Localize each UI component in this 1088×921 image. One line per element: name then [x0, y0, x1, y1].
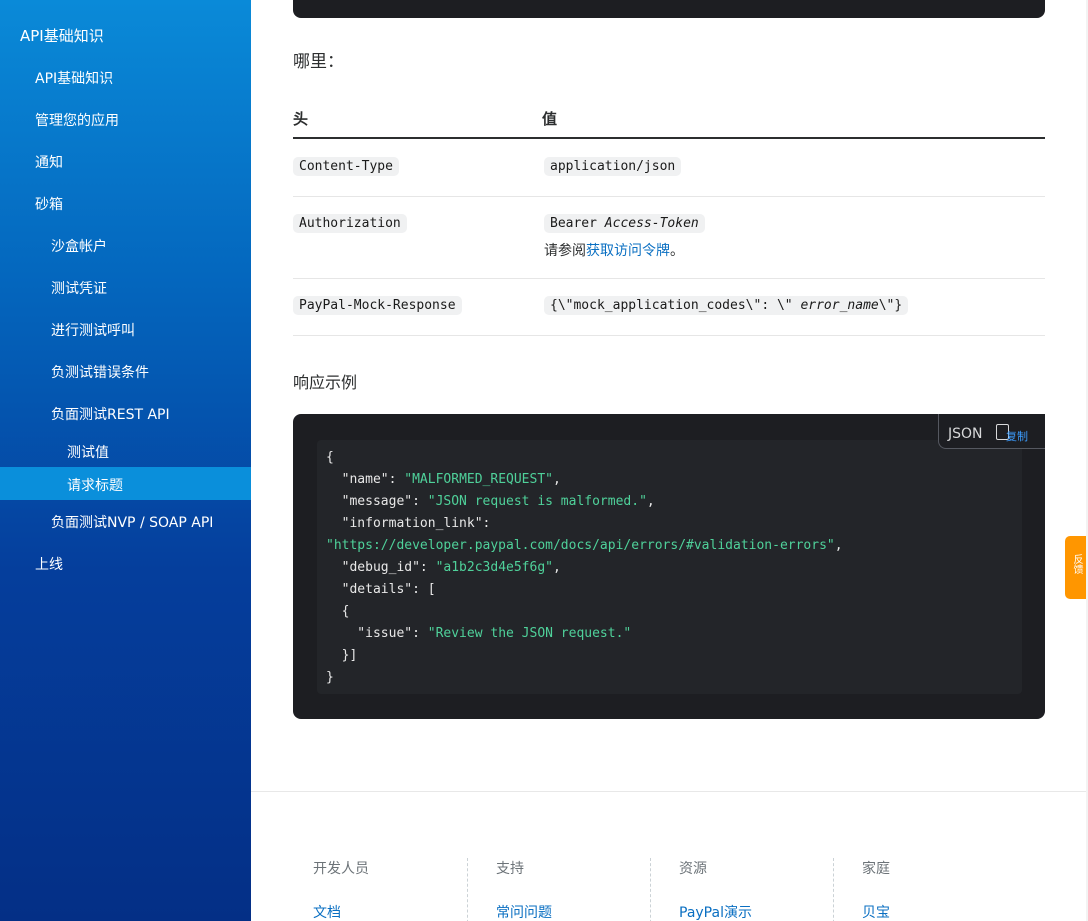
sidebar-item-notifications[interactable]: 通知 — [35, 152, 63, 172]
footer-link-faq[interactable]: 常问问题 — [496, 902, 552, 921]
value-access-token: Access-Token — [604, 216, 699, 231]
sidebar-item-sandbox-accounts[interactable]: 沙盒帐户 — [51, 236, 107, 256]
sidebar-item-negative-testing-errors[interactable]: 负测试错误条件 — [51, 362, 149, 382]
footer-separator — [467, 858, 468, 921]
footer-link-paypal[interactable]: 贝宝 — [862, 902, 890, 921]
sidebar-nav: API基础知识 API基础知识 管理您的应用 通知 砂箱 沙盒帐户 测试凭证 进… — [0, 0, 251, 921]
header-content-type: Content-Type — [293, 157, 399, 176]
value-bearer-token: Bearer Access-Token — [544, 214, 705, 233]
response-json-code: { "name": "MALFORMED_REQUEST", "message"… — [326, 450, 843, 685]
sidebar-item-negative-testing-nvp-soap[interactable]: 负面测试NVP / SOAP API — [51, 512, 213, 532]
auth-note: 请参阅获取访问令牌。 — [544, 240, 684, 260]
where-label: 哪里： — [293, 52, 344, 72]
value-mock-application-codes: {\"mock_application_codes\": \" error_na… — [544, 296, 909, 315]
auth-note-prefix: 请参阅 — [544, 243, 586, 259]
header-authorization: Authorization — [293, 214, 407, 233]
footer-column-developers: 开发人员 文档 — [313, 858, 483, 921]
sidebar-item-go-live[interactable]: 上线 — [35, 554, 63, 574]
footer-link-paypal-demo[interactable]: PayPal演示 — [679, 902, 752, 921]
auth-note-suffix: 。 — [670, 243, 684, 259]
footer-link-docs[interactable]: 文档 — [313, 902, 341, 921]
response-code-block: { "name": "MALFORMED_REQUEST", "message"… — [293, 414, 1045, 719]
value-mock-prefix: {\"mock_application_codes\": \" — [550, 298, 801, 313]
main-content: 哪里： 头 值 Content-Type application/json Au… — [251, 0, 1088, 921]
row-divider — [293, 278, 1045, 279]
sidebar-item-api-basics[interactable]: API基础知识 — [35, 68, 113, 88]
footer-divider — [251, 791, 1088, 792]
value-mock-suffix: \"} — [878, 298, 903, 313]
footer-heading: 资源 — [679, 861, 707, 877]
copy-button[interactable]: 复制 — [1006, 428, 1028, 444]
get-access-token-link[interactable]: 获取访问令牌 — [586, 243, 670, 259]
footer-column-support: 支持 常问问题 — [496, 858, 666, 921]
value-error-name: error_name — [800, 298, 879, 313]
footer-heading: 家庭 — [862, 861, 890, 877]
feedback-label: 反馈 — [1071, 554, 1082, 574]
footer-separator — [650, 858, 651, 921]
sidebar-item-request-headers[interactable]: 请求标题 — [67, 475, 123, 495]
header-paypal-mock-response: PayPal-Mock-Response — [293, 296, 462, 315]
footer-column-resources: 资源 PayPal演示 — [679, 858, 849, 921]
table-header-divider — [293, 137, 1045, 139]
value-bearer-prefix: Bearer — [550, 216, 605, 231]
previous-code-block — [293, 0, 1045, 18]
footer-heading: 开发人员 — [313, 861, 369, 877]
footer-heading: 支持 — [496, 861, 524, 877]
feedback-tab[interactable]: 反馈 — [1065, 536, 1088, 599]
footer-separator — [833, 858, 834, 921]
response-example-label: 响应示例 — [293, 373, 358, 392]
table-header-value: 值 — [542, 110, 558, 128]
value-application-json: application/json — [544, 157, 682, 176]
sidebar-item-manage-apps[interactable]: 管理您的应用 — [35, 110, 119, 130]
sidebar-item-negative-testing-rest[interactable]: 负面测试REST API — [51, 404, 170, 424]
sidebar-item-sandbox[interactable]: 砂箱 — [35, 194, 63, 214]
sidebar-item-api-basics-root[interactable]: API基础知识 — [20, 25, 104, 46]
sidebar-item-test-values[interactable]: 测试值 — [67, 442, 109, 462]
sidebar-active-highlight — [0, 467, 251, 500]
sidebar-item-test-credentials[interactable]: 测试凭证 — [51, 278, 107, 298]
row-divider — [293, 335, 1045, 336]
row-divider — [293, 196, 1045, 197]
code-language-tab: JSON 复制 — [938, 414, 1045, 449]
table-header-header: 头 — [293, 110, 309, 128]
sidebar-item-test-calls[interactable]: 进行测试呼叫 — [51, 320, 135, 340]
code-language-label: JSON — [948, 426, 983, 442]
footer-column-home: 家庭 贝宝 — [862, 858, 1032, 921]
